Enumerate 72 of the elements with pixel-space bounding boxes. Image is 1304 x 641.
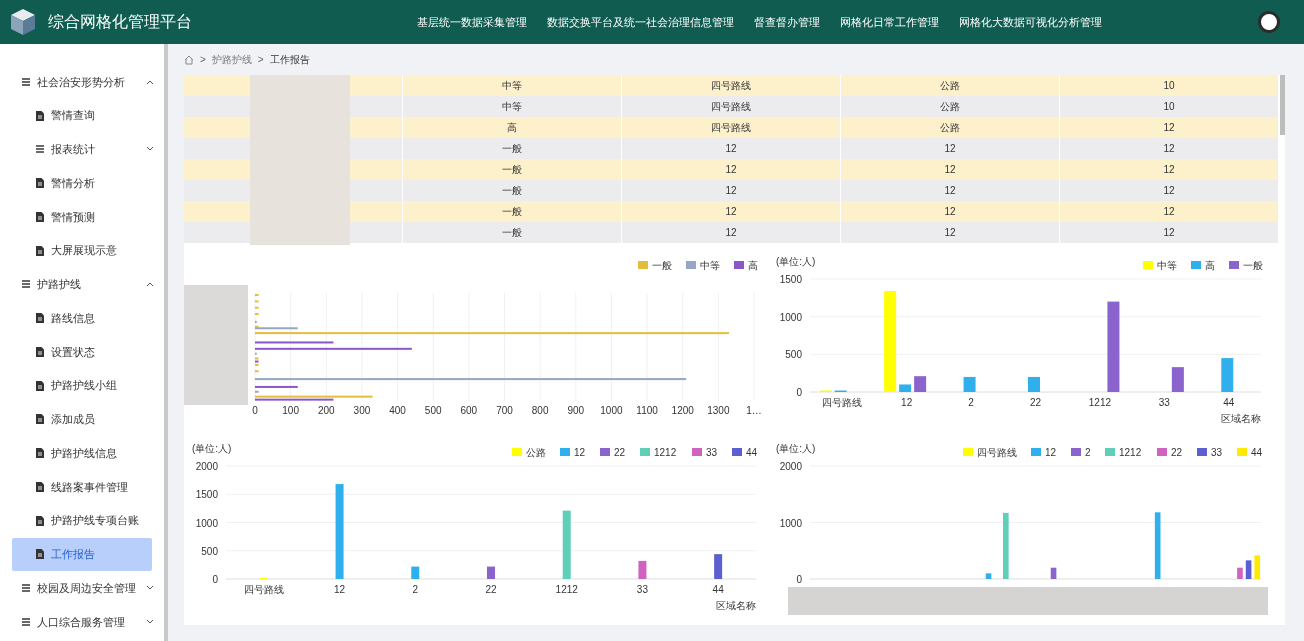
axis-label: 四号路线 bbox=[822, 397, 863, 408]
axis-label: 12 bbox=[334, 584, 346, 595]
axis-label: 1200 bbox=[671, 405, 694, 416]
axis-label: 2000 bbox=[195, 461, 218, 472]
axis-label: 44 bbox=[712, 584, 724, 595]
axis-title: 区域名称 bbox=[716, 600, 756, 611]
axis-label: 0 bbox=[252, 405, 258, 416]
breadcrumb-separator: > bbox=[200, 53, 206, 67]
axis-label: 200 bbox=[317, 405, 335, 416]
axis-label: 2 bbox=[412, 584, 419, 595]
legend-label: 中等 bbox=[1157, 260, 1177, 271]
axis-label: 700 bbox=[496, 405, 513, 416]
axis-label: 四号路线 bbox=[243, 584, 284, 595]
breadcrumb-separator: > bbox=[257, 53, 264, 67]
legend-label: 33 bbox=[1211, 447, 1223, 458]
axis-label: 0 bbox=[796, 574, 802, 585]
legend-label: 1212 bbox=[654, 447, 677, 458]
axis-label: 500 bbox=[785, 349, 802, 361]
legend-label: 2 bbox=[1085, 447, 1091, 458]
axis-title: (单位:人) bbox=[776, 256, 816, 267]
app-title: 综合网格化管理平台 bbox=[48, 12, 192, 32]
axis-label: 600 bbox=[460, 405, 478, 416]
table-cell: 12 bbox=[841, 222, 1060, 243]
legend-label: 12 bbox=[574, 447, 586, 458]
axis-label: 1212 bbox=[555, 584, 578, 595]
legend-label: 中等 bbox=[700, 260, 720, 271]
axis-title: (单位:人) bbox=[776, 443, 816, 454]
axis-title: 区域名称 bbox=[1221, 413, 1261, 424]
axis-label: 500 bbox=[424, 405, 442, 416]
axis-label: 1500 bbox=[195, 489, 218, 501]
axis-label: 400 bbox=[389, 405, 406, 416]
legend-label: 一般 bbox=[1243, 260, 1263, 271]
axis-label: 1000 bbox=[195, 517, 218, 529]
legend-label: 高 bbox=[748, 260, 758, 271]
axis-label: 1000 bbox=[779, 311, 802, 323]
legend-label: 公路 bbox=[526, 447, 546, 458]
axis-label: 2 bbox=[968, 397, 974, 408]
axis-label: 800 bbox=[531, 405, 549, 416]
axis-label: 1300 bbox=[707, 405, 730, 416]
axis-label: 33 bbox=[636, 584, 648, 595]
axis-title: (单位:人) bbox=[192, 443, 232, 454]
axis-label: 1100 bbox=[636, 405, 658, 416]
legend-label: 33 bbox=[706, 447, 718, 458]
axis-label: 33 bbox=[1158, 397, 1170, 408]
axis-label: 1000 bbox=[600, 405, 623, 416]
legend-label: 44 bbox=[1251, 447, 1263, 458]
legend-label: 四号路线 bbox=[977, 447, 1017, 458]
axis-label: 500 bbox=[201, 545, 218, 557]
table-cell: 12 bbox=[1060, 222, 1279, 243]
axis-label: 44 bbox=[1223, 397, 1235, 408]
table-cell: 一般 bbox=[403, 222, 622, 243]
legend-label: 22 bbox=[614, 447, 626, 458]
axis-label: 1500 bbox=[779, 274, 802, 285]
axis-label: 22 bbox=[1029, 397, 1042, 408]
legend-label: 1212 bbox=[1119, 447, 1142, 458]
legend-label: 12 bbox=[1045, 447, 1057, 458]
axis-label: 300 bbox=[353, 405, 371, 416]
axis-label: 1… bbox=[746, 405, 762, 416]
axis-label: 1000 bbox=[779, 517, 802, 529]
axis-label: 0 bbox=[796, 387, 802, 398]
legend-label: 一般 bbox=[652, 260, 672, 271]
axis-label: 1212 bbox=[1088, 397, 1112, 408]
table-cell: 12 bbox=[622, 222, 841, 243]
axis-label: 12 bbox=[901, 397, 913, 408]
legend-label: 22 bbox=[1171, 447, 1183, 458]
legend-label: 44 bbox=[746, 447, 758, 458]
axis-label: 100 bbox=[282, 405, 299, 416]
legend-label: 高 bbox=[1205, 260, 1215, 271]
axis-label: 900 bbox=[567, 405, 585, 416]
axis-label: 22 bbox=[485, 584, 497, 595]
axis-label: 2000 bbox=[779, 461, 802, 472]
axis-label: 0 bbox=[212, 574, 218, 585]
